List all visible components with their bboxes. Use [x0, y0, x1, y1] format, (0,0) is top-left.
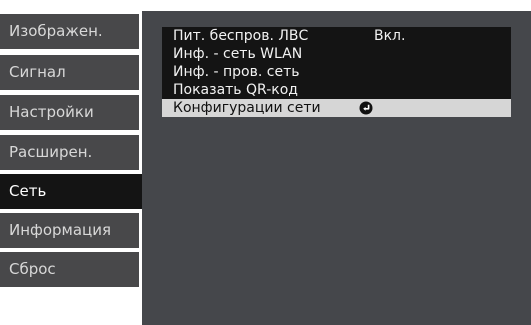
network-menu-panel: Пит. беспров. ЛВС Вкл. Инф. - сеть WLAN …	[142, 11, 531, 325]
sidebar-item-image[interactable]: Изображен.	[0, 14, 139, 49]
menu-item-wired-lan-info[interactable]: Инф. - пров. сеть	[162, 63, 511, 81]
menu-item-show-qr-code[interactable]: Показать QR-код	[162, 81, 511, 99]
sidebar-item-extended[interactable]: Расширен.	[0, 135, 139, 170]
network-menu-list: Пит. беспров. ЛВС Вкл. Инф. - сеть WLAN …	[162, 27, 511, 117]
sidebar-item-network[interactable]: Сеть	[0, 174, 152, 209]
menu-item-wlan-info[interactable]: Инф. - сеть WLAN	[162, 45, 511, 63]
menu-item-label: Инф. - пров. сеть	[173, 64, 300, 80]
menu-item-network-configuration[interactable]: Конфигурации сети	[162, 99, 511, 117]
sidebar-item-reset[interactable]: Сброс	[0, 252, 139, 287]
menu-item-label: Показать QR-код	[173, 82, 298, 98]
menu-item-label: Инф. - сеть WLAN	[173, 46, 303, 62]
sidebar-item-information[interactable]: Информация	[0, 213, 139, 248]
sidebar-item-signal[interactable]: Сигнал	[0, 55, 139, 90]
enter-icon	[359, 101, 373, 115]
sidebar: Изображен. Сигнал Настройки Расширен. Се…	[0, 0, 152, 325]
menu-item-label: Конфигурации сети	[173, 100, 321, 116]
menu-item-label: Пит. беспров. ЛВС	[173, 28, 309, 44]
menu-item-wireless-lan-power[interactable]: Пит. беспров. ЛВС Вкл.	[162, 27, 511, 45]
wireless-lan-power-value: Вкл.	[374, 28, 406, 44]
sidebar-item-settings[interactable]: Настройки	[0, 95, 139, 130]
